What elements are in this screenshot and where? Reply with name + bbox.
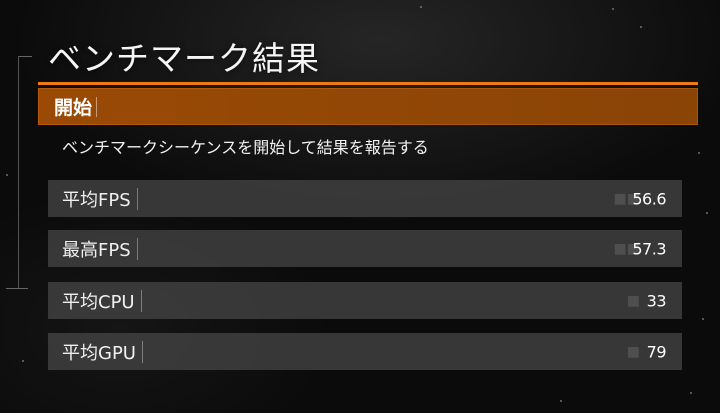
stat-value: 57.3 xyxy=(632,239,666,258)
stat-label: 平均GPU xyxy=(62,342,136,364)
star xyxy=(420,6,422,8)
page-title: ベンチマーク結果 xyxy=(48,39,320,78)
stat-row-max-fps: 最高FPS ■■ 57.3 xyxy=(48,230,682,267)
star xyxy=(640,26,642,28)
star xyxy=(690,392,692,394)
stat-row-avg-cpu: 平均CPU ■ 33 xyxy=(48,282,682,319)
stat-row-avg-gpu: 平均GPU ■ 79 xyxy=(48,333,682,370)
star xyxy=(612,8,614,10)
title-accent-line xyxy=(38,82,698,85)
stat-value: 33 xyxy=(646,291,667,310)
stat-value: 56.6 xyxy=(632,189,666,208)
stat-row-avg-fps: 平均FPS ■■ 56.6 xyxy=(48,180,682,217)
star xyxy=(702,318,704,320)
stat-divider xyxy=(141,340,143,363)
frame-corner-bottom xyxy=(6,288,28,289)
frame-line-left xyxy=(18,56,19,288)
stat-value-shadow: ■ xyxy=(626,343,640,360)
star xyxy=(6,174,8,176)
start-benchmark-label: 開始 xyxy=(54,97,93,119)
stat-divider xyxy=(136,187,138,210)
star xyxy=(698,152,700,154)
star xyxy=(560,400,562,402)
stat-divider xyxy=(140,289,142,312)
stat-divider xyxy=(136,237,138,260)
frame-corner-top xyxy=(18,56,32,57)
stat-value-shadow: ■ xyxy=(626,292,640,309)
stat-value: 79 xyxy=(646,342,667,361)
start-benchmark-button[interactable]: 開始 xyxy=(38,88,698,125)
stat-label: 平均CPU xyxy=(62,291,135,313)
stat-label: 平均FPS xyxy=(62,189,131,211)
star xyxy=(706,212,708,214)
star xyxy=(22,360,24,362)
stat-label: 最高FPS xyxy=(62,239,131,261)
selection-divider xyxy=(96,96,98,117)
start-description: ベンチマークシーケンスを開始して結果を報告する xyxy=(62,138,429,157)
